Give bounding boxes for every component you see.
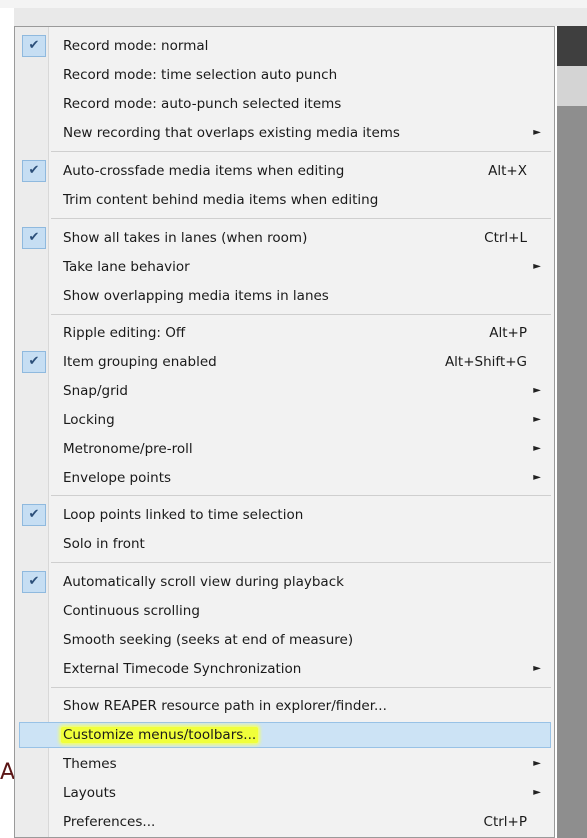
menu-item-customize-menus[interactable]: Customize menus/toolbars... bbox=[19, 722, 551, 748]
menu-item-label: Item grouping enabled bbox=[63, 354, 217, 370]
check-icon: ✔ bbox=[22, 504, 46, 526]
menu-item-label: Show overlapping media items in lanes bbox=[63, 288, 329, 304]
menu-item-ripple-editing[interactable]: Ripple editing: Off Alt+P bbox=[19, 320, 551, 346]
background-panel-strip bbox=[557, 66, 587, 106]
check-icon: ✔ bbox=[22, 351, 46, 373]
menu-item-record-mode-auto-punch[interactable]: Record mode: auto-punch selected items bbox=[19, 91, 551, 117]
menu-item-label: Record mode: normal bbox=[63, 38, 209, 54]
menu-item-continuous-scrolling[interactable]: Continuous scrolling bbox=[19, 598, 551, 624]
menu-item-label: Snap/grid bbox=[63, 383, 128, 399]
menu-item-show-all-takes[interactable]: ✔ Show all takes in lanes (when room) Ct… bbox=[19, 225, 551, 251]
menu-item-label: Locking bbox=[63, 412, 115, 428]
menu-item-label: Envelope points bbox=[63, 470, 172, 486]
menu-item-external-timecode[interactable]: External Timecode Synchronization ► bbox=[19, 656, 551, 682]
menu-item-label: Automatically scroll view during playbac… bbox=[63, 574, 344, 590]
menu-item-metronome[interactable]: Metronome/pre-roll ► bbox=[19, 436, 551, 462]
menu-item-smooth-seeking[interactable]: Smooth seeking (seeks at end of measure) bbox=[19, 627, 551, 653]
menu-item-label: Show all takes in lanes (when room) bbox=[63, 230, 308, 246]
menu-item-label: Customize menus/toolbars... bbox=[61, 727, 259, 743]
menu-item-label: Ripple editing: Off bbox=[63, 325, 186, 341]
chevron-right-icon: ► bbox=[533, 385, 541, 396]
background-panel-header bbox=[557, 26, 587, 66]
menu-item-label: Smooth seeking (seeks at end of measure) bbox=[63, 632, 354, 648]
background-panel bbox=[557, 26, 587, 838]
menu-item-auto-crossfade[interactable]: ✔ Auto-crossfade media items when editin… bbox=[19, 158, 551, 184]
menu-item-shortcut: Ctrl+L bbox=[484, 230, 527, 246]
chevron-right-icon: ► bbox=[533, 261, 541, 272]
menu-item-label: New recording that overlaps existing med… bbox=[63, 125, 400, 141]
menu-item-label: Record mode: time selection auto punch bbox=[63, 67, 338, 83]
menu-item-label: Preferences... bbox=[63, 814, 156, 830]
check-icon: ✔ bbox=[22, 227, 46, 249]
menu-item-shortcut: Alt+Shift+G bbox=[444, 354, 527, 370]
check-icon: ✔ bbox=[22, 160, 46, 182]
menu-item-locking[interactable]: Locking ► bbox=[19, 407, 551, 433]
menu-item-label: Take lane behavior bbox=[63, 259, 190, 275]
menu-item-item-grouping[interactable]: ✔ Item grouping enabled Alt+Shift+G bbox=[19, 349, 551, 375]
menu-separator bbox=[51, 562, 551, 563]
menu-item-snap-grid[interactable]: Snap/grid ► bbox=[19, 378, 551, 404]
menu-item-label: External Timecode Synchronization bbox=[63, 661, 302, 677]
menu-item-loop-points-linked[interactable]: ✔ Loop points linked to time selection bbox=[19, 502, 551, 528]
menu-separator bbox=[51, 495, 551, 496]
menu-item-label: Metronome/pre-roll bbox=[63, 441, 193, 457]
menu-item-trim-content[interactable]: Trim content behind media items when edi… bbox=[19, 187, 551, 213]
menu-item-label: Record mode: auto-punch selected items bbox=[63, 96, 342, 112]
chevron-right-icon: ► bbox=[533, 663, 541, 674]
menu-item-label: Show REAPER resource path in explorer/fi… bbox=[63, 698, 387, 714]
menu-item-label: Themes bbox=[63, 756, 117, 772]
chevron-right-icon: ► bbox=[533, 414, 541, 425]
menu-item-envelope-points[interactable]: Envelope points ► bbox=[19, 465, 551, 491]
options-context-menu: ✔ Record mode: normal Record mode: time … bbox=[14, 26, 555, 838]
window-top-strip bbox=[0, 0, 587, 8]
menu-separator bbox=[51, 314, 551, 315]
menu-item-shortcut: Alt+X bbox=[488, 163, 527, 179]
menu-item-label: Solo in front bbox=[63, 536, 145, 552]
menu-item-label: Trim content behind media items when edi… bbox=[63, 192, 379, 208]
menu-item-label: Auto-crossfade media items when editing bbox=[63, 163, 345, 179]
menu-item-new-recording-overlaps[interactable]: New recording that overlaps existing med… bbox=[19, 120, 551, 146]
chevron-right-icon: ► bbox=[533, 443, 541, 454]
menu-item-solo-in-front[interactable]: Solo in front bbox=[19, 531, 551, 557]
menu-item-shortcut: Ctrl+P bbox=[483, 814, 527, 830]
menu-item-take-lane-behavior[interactable]: Take lane behavior ► bbox=[19, 254, 551, 280]
window-top-bar bbox=[14, 8, 587, 26]
menu-item-label: Continuous scrolling bbox=[63, 603, 200, 619]
menu-item-shortcut: Alt+P bbox=[489, 325, 527, 341]
menu-item-label: Layouts bbox=[63, 785, 116, 801]
chevron-right-icon: ► bbox=[533, 758, 541, 769]
menu-separator bbox=[51, 687, 551, 688]
menu-item-label: Loop points linked to time selection bbox=[63, 507, 304, 523]
menu-separator bbox=[51, 151, 551, 152]
menu-item-themes[interactable]: Themes ► bbox=[19, 751, 551, 777]
menu-item-preferences[interactable]: Preferences... Ctrl+P bbox=[19, 809, 551, 835]
background-left-glyph: A bbox=[0, 760, 16, 785]
menu-item-show-overlapping[interactable]: Show overlapping media items in lanes bbox=[19, 283, 551, 309]
menu-separator bbox=[51, 218, 551, 219]
check-icon: ✔ bbox=[22, 35, 46, 57]
chevron-right-icon: ► bbox=[533, 472, 541, 483]
menu-item-record-mode-time-selection[interactable]: Record mode: time selection auto punch bbox=[19, 62, 551, 88]
chevron-right-icon: ► bbox=[533, 127, 541, 138]
menu-item-layouts[interactable]: Layouts ► bbox=[19, 780, 551, 806]
chevron-right-icon: ► bbox=[533, 787, 541, 798]
menu-item-record-mode-normal[interactable]: ✔ Record mode: normal bbox=[19, 33, 551, 59]
menu-item-auto-scroll[interactable]: ✔ Automatically scroll view during playb… bbox=[19, 569, 551, 595]
menu-item-show-resource-path[interactable]: Show REAPER resource path in explorer/fi… bbox=[19, 693, 551, 719]
check-icon: ✔ bbox=[22, 571, 46, 593]
